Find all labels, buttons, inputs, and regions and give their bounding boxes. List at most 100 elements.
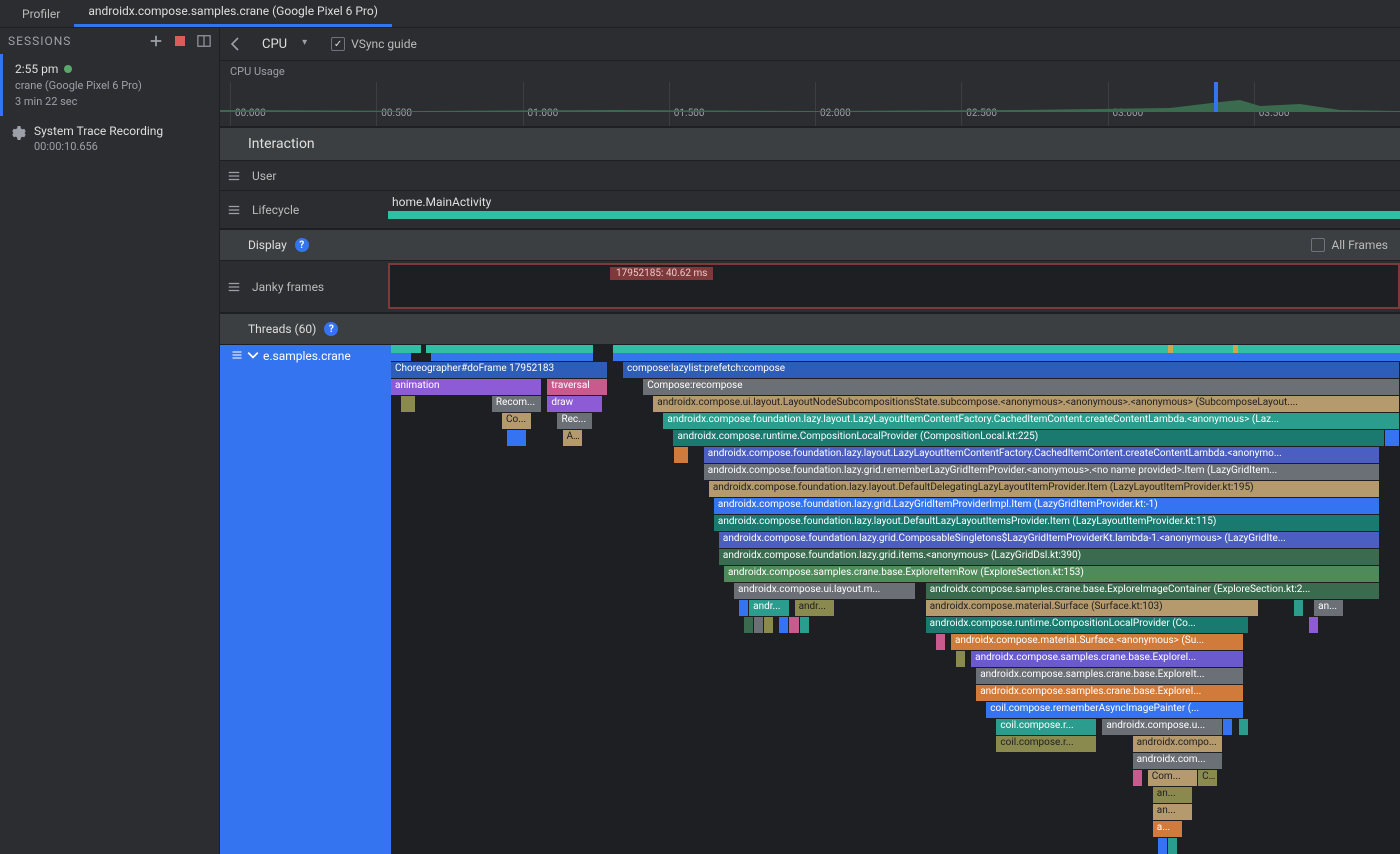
hamburger-icon[interactable] [220,280,248,294]
row-lifecycle[interactable]: Lifecycle home.MainActivity [220,191,1400,229]
flame-frame[interactable]: Co... [502,413,532,429]
flame-frame[interactable]: androidx.compose.samples.crane.base.Expl… [724,566,1380,582]
tab-app[interactable]: androidx.compose.samples.crane (Google P… [74,0,392,27]
flame-frame[interactable]: C... [1198,770,1218,786]
tab-profiler[interactable]: Profiler [8,1,74,27]
flame-frame[interactable]: A... [563,430,583,446]
flame-frame[interactable] [936,634,946,650]
flame-frame[interactable]: androidx.compose.runtime.CompositionLoca… [673,430,1384,446]
profiler-mode-select[interactable]: CPU [254,35,313,54]
flame-frame[interactable] [401,396,416,412]
section-display[interactable]: Display ? All Frames [220,229,1400,261]
flame-frame[interactable]: androidx.compose.samples.crane.base.Expl… [926,583,1380,599]
flame-frame[interactable]: androidx.compose.foundation.lazy.layout.… [704,447,1380,463]
flame-frame[interactable]: Rec... [557,413,592,429]
flame-frame[interactable]: androidx.compose.foundation.lazy.grid.it… [719,549,1380,565]
flame-frame[interactable]: Recom... [492,396,542,412]
flame-frame[interactable] [779,617,789,633]
help-icon[interactable]: ? [324,322,338,336]
janky-frame-tag[interactable]: 17952185: 40.62 ms [610,267,713,280]
flame-frame[interactable] [764,617,774,633]
flame-frame[interactable] [1158,838,1168,854]
lifecycle-strip[interactable] [388,211,1400,219]
section-interaction[interactable]: Interaction [220,127,1400,161]
hamburger-icon[interactable] [220,169,248,183]
flame-frame[interactable]: androidx.compose.foundation.lazy.layout.… [714,515,1380,531]
back-icon[interactable] [228,36,244,52]
thread-schedule-strip[interactable] [391,353,1400,361]
flame-frame[interactable]: androidx.compo... [1133,736,1224,752]
stop-record-icon[interactable] [173,34,187,48]
flame-frame[interactable]: andr... [795,600,835,616]
flame-frame[interactable]: coil.compose.r... [996,736,1097,752]
flame-frame[interactable]: andr... [749,600,789,616]
flame-frame[interactable] [1294,600,1304,616]
flame-frame[interactable]: coil.compose.r... [996,719,1097,735]
toolbar: CPU ✓ VSync guide [220,28,1400,61]
help-icon[interactable]: ? [295,238,309,252]
flame-frame[interactable]: compose:lazylist:prefetch:compose [623,362,1400,378]
flame-frame[interactable]: animation [391,379,542,395]
timeline-cursor[interactable] [1214,82,1218,112]
all-frames-checkbox[interactable]: All Frames [1311,238,1388,252]
trace-recording[interactable]: System Trace Recording 00:00:10.656 [0,116,219,161]
flame-frame[interactable] [800,617,810,633]
flame-frame[interactable]: traversal [547,379,608,395]
flame-frame[interactable]: androidx.compose.foundation.lazy.layout.… [709,481,1380,497]
flame-frame[interactable] [754,617,764,633]
flame-chart[interactable]: Choreographer#doFrame 17952183 compose:l… [391,345,1400,854]
row-user[interactable]: User [220,161,1400,191]
flame-frame[interactable]: an... [1314,600,1344,616]
cpu-timeline[interactable]: 00.000 00.500 01.000 01.500 02.000 02.50… [220,82,1400,126]
flame-frame[interactable]: an... [1153,787,1193,803]
flame-frame[interactable]: an... [1153,804,1193,820]
cpu-usage-track[interactable]: CPU Usage 00.000 00.500 01.000 01.500 02… [220,61,1400,127]
flame-frame[interactable]: androidx.compose.samples.crane.base.Expl… [971,651,1243,667]
flame-frame[interactable] [1133,770,1143,786]
flame-frame[interactable] [674,447,689,463]
flame-frame[interactable]: androidx.compose.foundation.lazy.grid.Co… [719,532,1380,548]
flame-frame[interactable]: androidx.compose.foundation.lazy.grid.re… [704,464,1380,480]
thread-track: e.samples.crane Choreogr [220,345,1400,854]
hamburger-icon[interactable] [220,203,248,217]
add-session-icon[interactable] [149,34,163,48]
flame-frame[interactable] [1385,430,1400,446]
flame-frame[interactable]: Com... [1148,770,1198,786]
flame-frame[interactable]: a... [1153,821,1183,837]
thread-name: e.samples.crane [263,349,351,363]
flame-frame[interactable]: androidx.compose.u... [1102,719,1223,735]
flame-frame[interactable]: androidx.compose.material.Surface (Surfa… [926,600,1259,616]
flame-frame[interactable]: coil.compose.rememberAsyncImagePainter (… [986,702,1243,718]
flame-frame[interactable] [507,430,527,446]
flame-frame[interactable]: androidx.compose.material.Surface.<anony… [951,634,1244,650]
session-current[interactable]: 2:55 pm crane (Google Pixel 6 Pro) 3 min… [0,54,219,116]
flame-frame[interactable] [1239,719,1249,735]
session-device: crane (Google Pixel 6 Pro) [15,79,207,92]
check-icon: ✓ [331,37,345,51]
flame-frame[interactable] [739,600,749,616]
thread-activity-strip[interactable] [391,345,1400,353]
flame-frame[interactable] [1309,617,1319,633]
flame-frame[interactable] [1223,719,1233,735]
flame-frame[interactable] [956,651,966,667]
flame-frame[interactable]: Choreographer#doFrame 17952183 [391,362,608,378]
flame-frame[interactable]: androidx.compose.foundation.lazy.grid.La… [714,498,1380,514]
flame-frame[interactable]: androidx.compose.samples.crane.base.Expl… [976,668,1243,684]
panel-toggle-icon[interactable] [197,34,211,48]
flame-frame[interactable]: androidx.compose.foundation.lazy.layout.… [663,413,1400,429]
row-janky[interactable]: Janky frames 17952185: 40.62 ms [220,261,1400,313]
flame-frame[interactable]: androidx.compose.ui.layout.m... [734,583,916,599]
flame-frame[interactable]: androidx.compose.runtime.CompositionLoca… [926,617,1249,633]
flame-frame[interactable]: androidx.compose.ui.layout.LayoutNodeSub… [653,396,1400,412]
vsync-checkbox[interactable]: ✓ VSync guide [331,37,417,51]
flame-frame[interactable]: androidx.com... [1133,753,1224,769]
section-threads[interactable]: Threads (60) ? [220,313,1400,345]
flame-frame[interactable]: draw [547,396,602,412]
flame-frame[interactable] [744,617,754,633]
flame-frame[interactable]: androidx.compose.samples.crane.base.Expl… [976,685,1243,701]
thread-row-header[interactable]: e.samples.crane [223,345,391,854]
janky-frames-viz[interactable]: 17952185: 40.62 ms [388,263,1400,309]
flame-frame[interactable]: Compose:recompose [643,379,1400,395]
flame-frame[interactable] [789,617,799,633]
flame-frame[interactable] [1168,838,1178,854]
